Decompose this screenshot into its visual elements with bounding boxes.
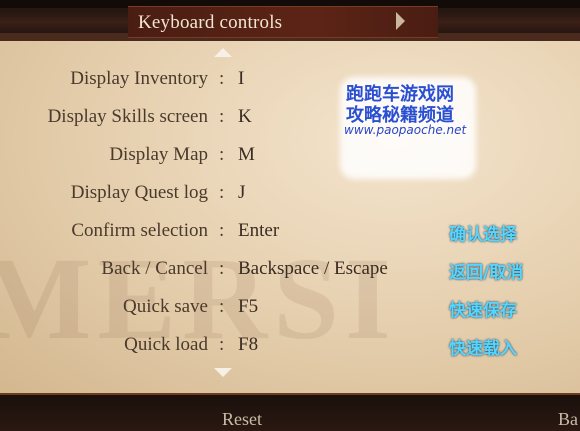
row-key-display-map[interactable]: M bbox=[238, 144, 255, 166]
row-separator: : bbox=[219, 68, 225, 89]
header-bar bbox=[0, 0, 580, 42]
scroll-up-icon[interactable] bbox=[214, 48, 232, 57]
row-label-display-quest-log: Display Quest log bbox=[70, 182, 208, 203]
row-separator: : bbox=[219, 258, 225, 279]
row-key-display-skills[interactable]: K bbox=[238, 106, 252, 128]
footer-bar bbox=[0, 393, 580, 431]
row-annotation-confirm: 确认选择 bbox=[449, 225, 517, 245]
row-annotation-quick-load: 快速载入 bbox=[449, 339, 517, 359]
row-label-back-cancel: Back / Cancel bbox=[101, 258, 208, 279]
row-label-confirm-selection: Confirm selection bbox=[71, 220, 208, 241]
row-key-confirm-selection[interactable]: Enter bbox=[238, 220, 279, 242]
row-separator: : bbox=[219, 144, 225, 165]
row-key-display-inventory[interactable]: I bbox=[238, 68, 244, 90]
row-separator: : bbox=[219, 182, 225, 203]
row-label-display-skills: Display Skills screen bbox=[47, 106, 208, 127]
row-separator: : bbox=[219, 106, 225, 127]
row-annotation-back: 返回/取消 bbox=[449, 263, 524, 283]
row-key-back-cancel[interactable]: Backspace / Escape bbox=[238, 258, 388, 280]
row-separator: : bbox=[219, 334, 225, 355]
scroll-down-icon[interactable] bbox=[214, 368, 232, 377]
watermark-url: www.paopaoche.net bbox=[344, 123, 467, 137]
row-label-quick-load: Quick load bbox=[124, 334, 208, 355]
row-label-quick-save: Quick save bbox=[123, 296, 208, 317]
row-separator: : bbox=[219, 296, 225, 317]
next-page-arrow-icon[interactable] bbox=[396, 12, 405, 30]
reset-button[interactable]: Reset bbox=[222, 409, 262, 430]
row-label-display-map: Display Map bbox=[109, 144, 208, 165]
row-annotation-quick-save: 快速保存 bbox=[449, 301, 517, 321]
row-key-quick-save[interactable]: F5 bbox=[238, 296, 258, 318]
back-button[interactable]: Ba bbox=[558, 409, 578, 430]
row-key-display-quest-log[interactable]: J bbox=[238, 182, 245, 204]
row-separator: : bbox=[219, 220, 225, 241]
page-title: Keyboard controls bbox=[138, 12, 283, 33]
row-key-quick-load[interactable]: F8 bbox=[238, 334, 258, 356]
row-label-display-inventory: Display Inventory bbox=[70, 68, 208, 89]
